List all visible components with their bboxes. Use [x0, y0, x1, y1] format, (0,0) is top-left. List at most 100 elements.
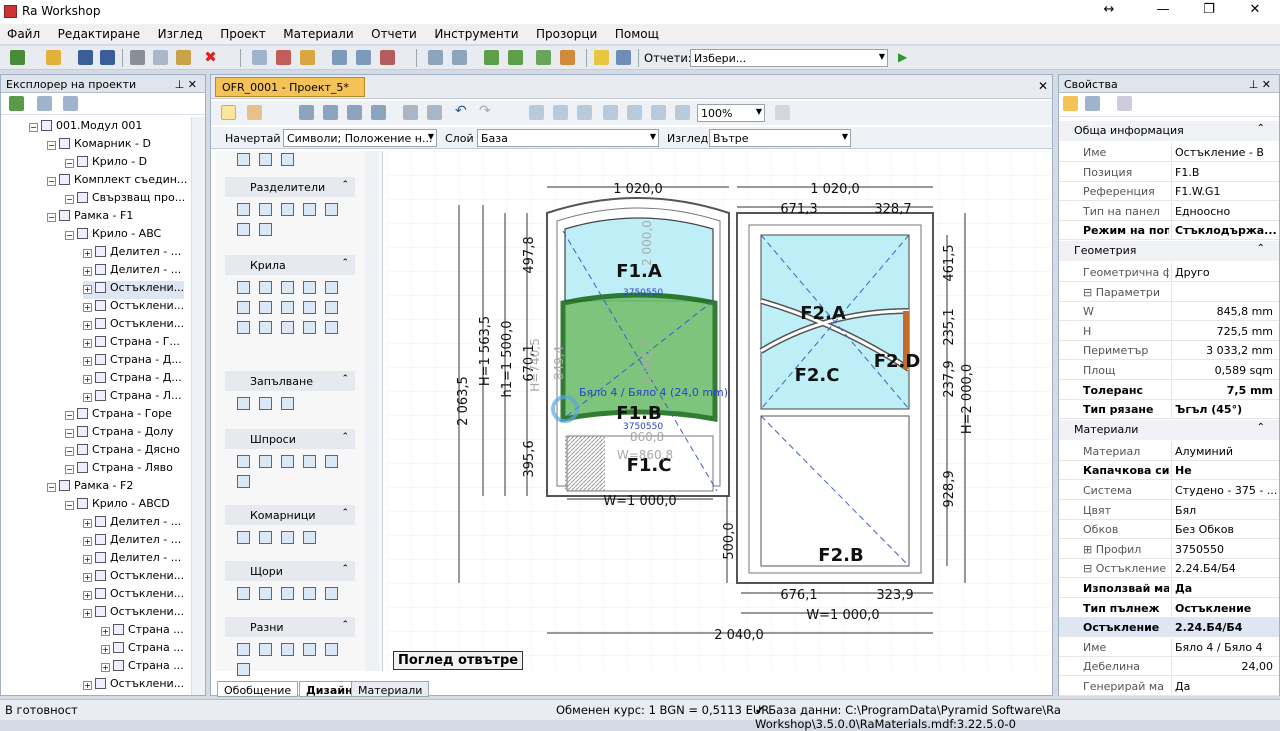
property-row[interactable]: Референция F1.W.G1	[1059, 182, 1279, 202]
expand-icon[interactable]: +	[83, 249, 92, 258]
tree-item[interactable]: − Страна - Ляво	[65, 461, 173, 479]
palette-group-header[interactable]: Запълване ⌃	[225, 371, 355, 391]
property-section[interactable]: Обща информация ⌃	[1059, 121, 1279, 141]
draw-select[interactable]: Символи; Положение н... ▼	[283, 129, 437, 147]
expand-icon[interactable]: −	[65, 465, 74, 474]
palette-item-icon[interactable]	[325, 587, 338, 600]
property-value[interactable]: Ъгъл (45°)	[1171, 400, 1279, 419]
tree-item[interactable]: + Делител - ...	[83, 263, 181, 281]
property-value[interactable]: Студено - 375 - ...	[1171, 481, 1279, 499]
expand-icon[interactable]: −	[29, 123, 38, 132]
palette-item-icon[interactable]	[325, 455, 338, 468]
shape-icon[interactable]	[281, 153, 294, 166]
palette-item-icon[interactable]	[259, 455, 272, 468]
tree-item[interactable]: + Остъклени...	[83, 281, 185, 299]
folder-icon[interactable]	[300, 50, 315, 65]
hand-icon[interactable]	[247, 105, 262, 120]
palette-item-icon[interactable]	[237, 475, 250, 488]
expand-icon[interactable]: +	[83, 375, 92, 384]
property-value[interactable]: Друго	[1171, 263, 1279, 281]
expand-icon[interactable]: −	[65, 159, 74, 168]
property-value[interactable]: Остъкление	[1171, 598, 1279, 617]
tree-item[interactable]: − 001.Модул 001	[29, 119, 142, 137]
property-row[interactable]: Позиция F1.B	[1059, 162, 1279, 182]
property-value[interactable]: 725,5 mm	[1171, 321, 1279, 340]
menu-windows[interactable]: Прозорци	[529, 24, 604, 41]
pin-icon[interactable]: ⊥ ✕	[1249, 78, 1271, 91]
new-icon[interactable]	[10, 50, 25, 65]
property-value[interactable]: 3750550	[1171, 539, 1279, 558]
palette-group-header[interactable]: Разделители ⌃	[225, 177, 355, 197]
glass-f1b-selected[interactable]	[560, 292, 718, 423]
tree-item[interactable]: − Рамка - F2	[47, 479, 133, 497]
tree-item[interactable]: + Страна ...	[101, 623, 184, 641]
collapse-icon[interactable]: ⌃	[341, 508, 349, 518]
pin-icon[interactable]: ⊥ ✕	[175, 78, 197, 91]
lightning-icon[interactable]	[594, 50, 609, 65]
property-row[interactable]: Обков Без Обков	[1059, 520, 1279, 540]
tree-item[interactable]: + Страна - Д...	[83, 353, 182, 371]
close-button[interactable]: ✕	[1240, 2, 1270, 20]
palette-item-icon[interactable]	[259, 223, 272, 236]
refresh-icon[interactable]	[9, 96, 24, 111]
expand-icon[interactable]: +	[83, 393, 92, 402]
expand-icon[interactable]: +	[83, 267, 92, 276]
tree-item[interactable]: − Страна - Горе	[65, 407, 172, 425]
property-row[interactable]: Капачкова систНе	[1059, 461, 1279, 481]
menu-tools[interactable]: Инструменти	[427, 24, 525, 41]
palette-item-icon[interactable]	[281, 203, 294, 216]
property-value[interactable]: 24,00	[1171, 657, 1279, 676]
palette-item-icon[interactable]	[325, 281, 338, 294]
palette-group-header[interactable]: Шпроси ⌃	[225, 429, 355, 449]
menu-materials[interactable]: Материали	[276, 24, 360, 41]
expand-icon[interactable]: +	[83, 573, 92, 582]
windows-icon[interactable]	[356, 50, 371, 65]
expand-icon[interactable]: +	[83, 519, 92, 528]
collapse-icon[interactable]: ⌃	[341, 620, 349, 630]
close-document-icon[interactable]: ✕	[1038, 79, 1048, 93]
add-icon[interactable]	[484, 50, 499, 65]
tree-item[interactable]: + Делител - ...	[83, 245, 181, 263]
property-value[interactable]: Остъкление - В	[1171, 143, 1279, 161]
expand-icon[interactable]: −	[47, 141, 56, 150]
layer-select[interactable]: База ▼	[477, 129, 659, 147]
palette-item-icon[interactable]	[237, 643, 250, 656]
property-value[interactable]: 2.24.Б4/Б4	[1171, 559, 1279, 578]
property-row[interactable]: H 725,5 mm	[1059, 321, 1279, 341]
palette-item-icon[interactable]	[303, 301, 316, 314]
tree-item[interactable]: + Остъклени...	[83, 299, 184, 317]
document-tab[interactable]: OFR_0001 - Проект_5*	[215, 77, 365, 97]
property-value[interactable]: Не	[1171, 461, 1279, 480]
export-icon[interactable]	[560, 50, 575, 65]
palette-item-icon[interactable]	[281, 587, 294, 600]
property-value[interactable]: 845,8 mm	[1171, 302, 1279, 321]
palette-item-icon[interactable]	[259, 531, 272, 544]
tree-item[interactable]: + Страна - Г...	[83, 335, 180, 353]
select-arrow-icon[interactable]	[221, 105, 236, 120]
collapse-icon[interactable]: ⌃	[341, 564, 349, 574]
expand-icon[interactable]: −	[47, 483, 56, 492]
shape-icon[interactable]	[237, 153, 250, 166]
collapse-icon[interactable]: ⌃	[1257, 422, 1265, 433]
view-select[interactable]: Вътре ▼	[709, 129, 851, 147]
tree-item[interactable]: − Комарник - D	[47, 137, 151, 155]
palette-item-icon[interactable]	[325, 301, 338, 314]
tree-item[interactable]: − Крило - ABC	[65, 227, 161, 245]
sort-az-icon[interactable]	[1085, 96, 1100, 111]
property-value[interactable]: 3 033,2 mm	[1171, 341, 1279, 360]
shape-icon[interactable]	[259, 153, 272, 166]
tree-item[interactable]: − Крило - ABCD	[65, 497, 170, 515]
grid-icon[interactable]	[299, 105, 314, 120]
tree-item[interactable]: + Страна ...	[101, 659, 184, 677]
property-row[interactable]: Цвят Бял	[1059, 500, 1279, 520]
grid3-icon[interactable]	[347, 105, 362, 120]
property-value[interactable]: Едноосно	[1171, 201, 1279, 220]
tree-item[interactable]: + Остъклени...	[83, 677, 184, 695]
save-all-icon[interactable]	[100, 50, 115, 65]
palette-item-icon[interactable]	[237, 223, 250, 236]
collapse-icon[interactable]: ⌃	[1257, 243, 1265, 254]
palette-item-icon[interactable]	[259, 321, 272, 334]
expand-icon[interactable]: +	[101, 627, 110, 636]
property-row[interactable]: Остъкление 2.24.Б4/Б4	[1059, 618, 1279, 638]
palette-item-icon[interactable]	[303, 321, 316, 334]
